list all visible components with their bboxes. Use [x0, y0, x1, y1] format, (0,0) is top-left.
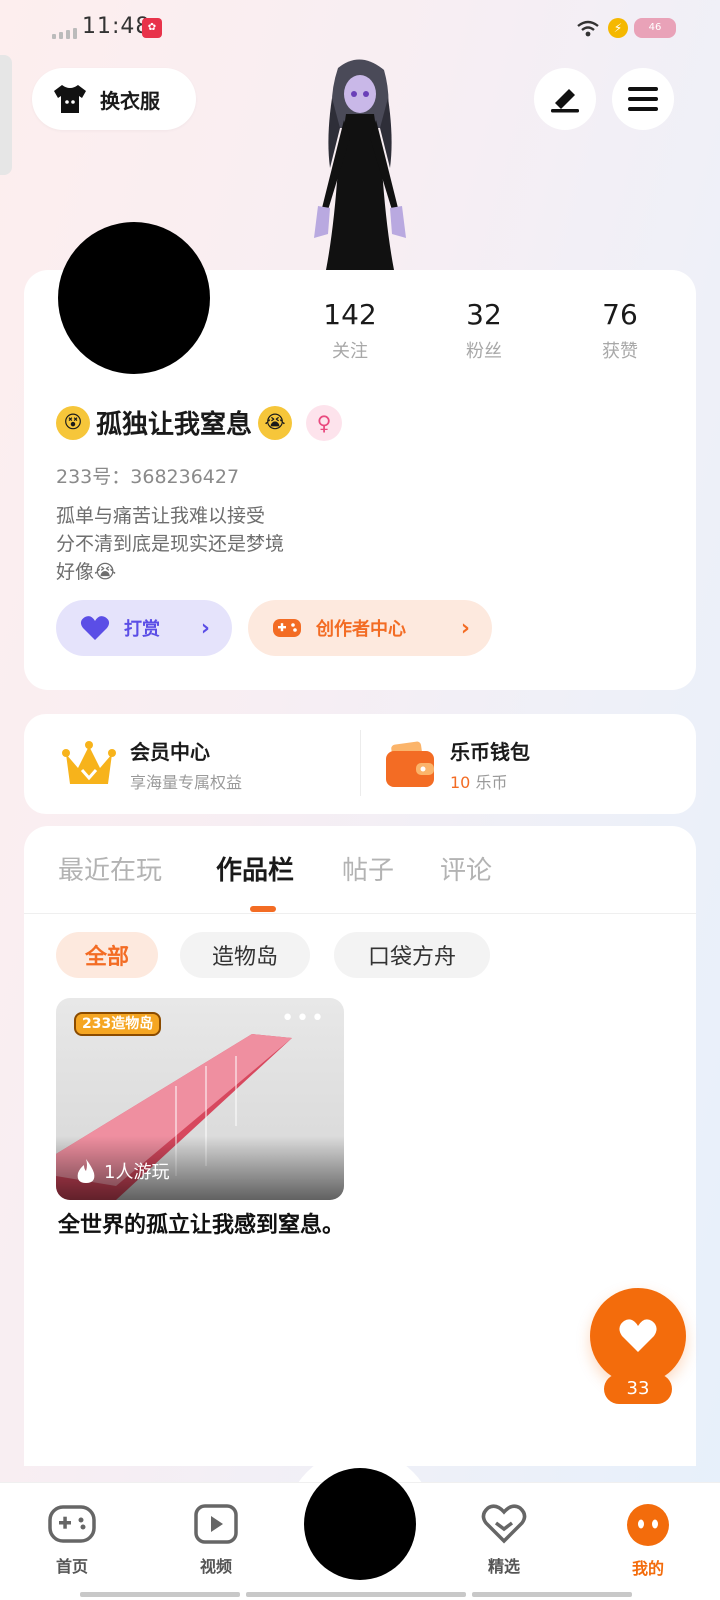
gamepad-icon [48, 1505, 96, 1543]
profile-tabs: 最近在玩 作品栏 帖子 评论 [24, 826, 696, 914]
tshirt-icon [54, 85, 86, 113]
profile-face-icon [627, 1504, 669, 1546]
user-id-value: 368236427 [130, 466, 240, 488]
heart-box-icon [481, 1504, 527, 1544]
stat-followers[interactable]: 32 粉丝 [424, 298, 544, 363]
nav-featured[interactable]: 精选 [464, 1503, 544, 1577]
dizzy-face-icon: 😵 [56, 405, 90, 440]
edit-profile-button[interactable] [534, 68, 596, 130]
vip-center-title: 会员中心 [130, 740, 210, 764]
work-card[interactable]: 233造物岛 ••• 1人游玩 [56, 998, 344, 1200]
edge-handle [0, 55, 12, 175]
like-count: 33 [604, 1374, 672, 1404]
play-count: 1人游玩 [76, 1158, 169, 1184]
wallet-unit: 乐币 [475, 773, 508, 792]
hamburger-icon [628, 87, 658, 111]
nickname: 孤独让我窒息 [96, 410, 253, 440]
nav-video[interactable]: 视频 [176, 1503, 256, 1577]
heart-icon [619, 1319, 657, 1352]
female-gender-icon: ♀ [306, 404, 343, 441]
tab-works[interactable]: 作品栏 [216, 850, 294, 887]
battery-indicator: 46 [634, 18, 676, 38]
works-section: 最近在玩 作品栏 帖子 评论 全部 造物岛 口袋方舟 233造物岛 ••• 1人… [24, 826, 696, 1466]
stat-following-label: 关注 [332, 341, 368, 362]
nav-video-label: 视频 [199, 1557, 232, 1576]
creation-island-logo: 233造物岛 [74, 1012, 162, 1036]
heart-icon [80, 616, 110, 640]
charging-icon: ⚡ [608, 18, 628, 38]
stat-likes[interactable]: 76 获赞 [560, 298, 680, 363]
gesture-bar [472, 1592, 632, 1597]
change-outfit-label: 换衣服 [100, 88, 160, 113]
bio-line: 分不清到底是现实还是梦境 [56, 533, 285, 555]
pen-icon [551, 89, 579, 113]
vip-center-entry[interactable]: 会员中心 享海量专属权益 [62, 736, 242, 793]
bio-line: 孤单与痛苦让我难以接受 [56, 505, 266, 527]
chevron-right-icon: › [200, 615, 210, 641]
crown-icon [62, 740, 116, 784]
stat-following[interactable]: 142 关注 [290, 298, 410, 363]
more-options-icon[interactable]: ••• [281, 1006, 326, 1031]
nav-home-label: 首页 [55, 1557, 88, 1576]
wallet-amount: 10 [450, 773, 471, 792]
bio-line-text: 好像 [56, 561, 95, 583]
wallet-title: 乐币钱包 [450, 740, 530, 764]
gesture-bar [246, 1592, 466, 1597]
like-button[interactable] [590, 1288, 686, 1384]
filter-chip-all[interactable]: 全部 [56, 932, 158, 978]
creator-center-button[interactable]: 创作者中心 › [248, 600, 492, 656]
app-notification-icon: ✿ [142, 18, 162, 38]
status-bar: 11:48 ✿ ⚡ 46 [0, 10, 720, 46]
change-outfit-button[interactable]: 换衣服 [32, 68, 196, 130]
divider [360, 730, 361, 796]
wifi-icon [577, 20, 599, 37]
gamepad-icon [273, 619, 301, 637]
center-action-button[interactable] [304, 1468, 416, 1580]
user-id-label: 233号： [56, 466, 131, 488]
creator-center-label: 创作者中心 [316, 619, 406, 640]
nav-profile[interactable]: 我的 [608, 1503, 688, 1579]
stat-likes-label: 获赞 [602, 341, 638, 362]
work-title[interactable]: 全世界的孤立让我感到窒息。 [58, 1210, 358, 1242]
tab-recent[interactable]: 最近在玩 [58, 850, 162, 887]
vip-center-subtitle: 享海量专属权益 [130, 773, 243, 792]
filter-chip-creation-island[interactable]: 造物岛 [180, 932, 310, 978]
bio: 孤单与痛苦让我难以接受 分不清到底是现实还是梦境 好像😭 [56, 502, 284, 586]
play-count-label: 1人游玩 [104, 1162, 170, 1183]
wallet-icon [386, 741, 434, 787]
avatar-character[interactable] [300, 58, 420, 270]
flame-icon [77, 1159, 95, 1183]
reward-button[interactable]: 打赏 › [56, 600, 232, 656]
bio-line: 好像😭 [56, 558, 284, 586]
video-icon [194, 1504, 238, 1544]
filter-chip-pocket-ark[interactable]: 口袋方舟 [334, 932, 490, 978]
tab-indicator [250, 906, 276, 912]
crying-face-icon: 😭 [258, 405, 293, 440]
gesture-bar [80, 1592, 240, 1597]
tab-comments[interactable]: 评论 [440, 850, 492, 887]
stat-following-count: 142 [323, 298, 377, 331]
stat-followers-count: 32 [466, 298, 502, 331]
stat-followers-label: 粉丝 [466, 341, 502, 362]
crying-face-icon: 😭 [94, 561, 117, 583]
stat-likes-count: 76 [602, 298, 638, 331]
user-id[interactable]: 233号：368236427 [56, 462, 239, 489]
wallet-balance: 10 乐币 [450, 769, 530, 793]
nav-profile-label: 我的 [631, 1559, 664, 1578]
tab-posts[interactable]: 帖子 [342, 850, 394, 887]
wallet-entry[interactable]: 乐币钱包 10 乐币 [384, 736, 530, 793]
chevron-right-icon: › [460, 615, 470, 641]
member-card: 会员中心 享海量专属权益 乐币钱包 10 乐币 [24, 714, 696, 814]
menu-button[interactable] [612, 68, 674, 130]
nickname-row: 😵 孤独让我窒息 😭 ♀ [56, 404, 343, 441]
signal-icon [52, 28, 77, 39]
avatar[interactable] [58, 222, 210, 374]
status-time: 11:48 [82, 14, 151, 39]
reward-label: 打赏 [124, 619, 160, 640]
nav-featured-label: 精选 [487, 1557, 520, 1576]
nav-home[interactable]: 首页 [32, 1503, 112, 1577]
